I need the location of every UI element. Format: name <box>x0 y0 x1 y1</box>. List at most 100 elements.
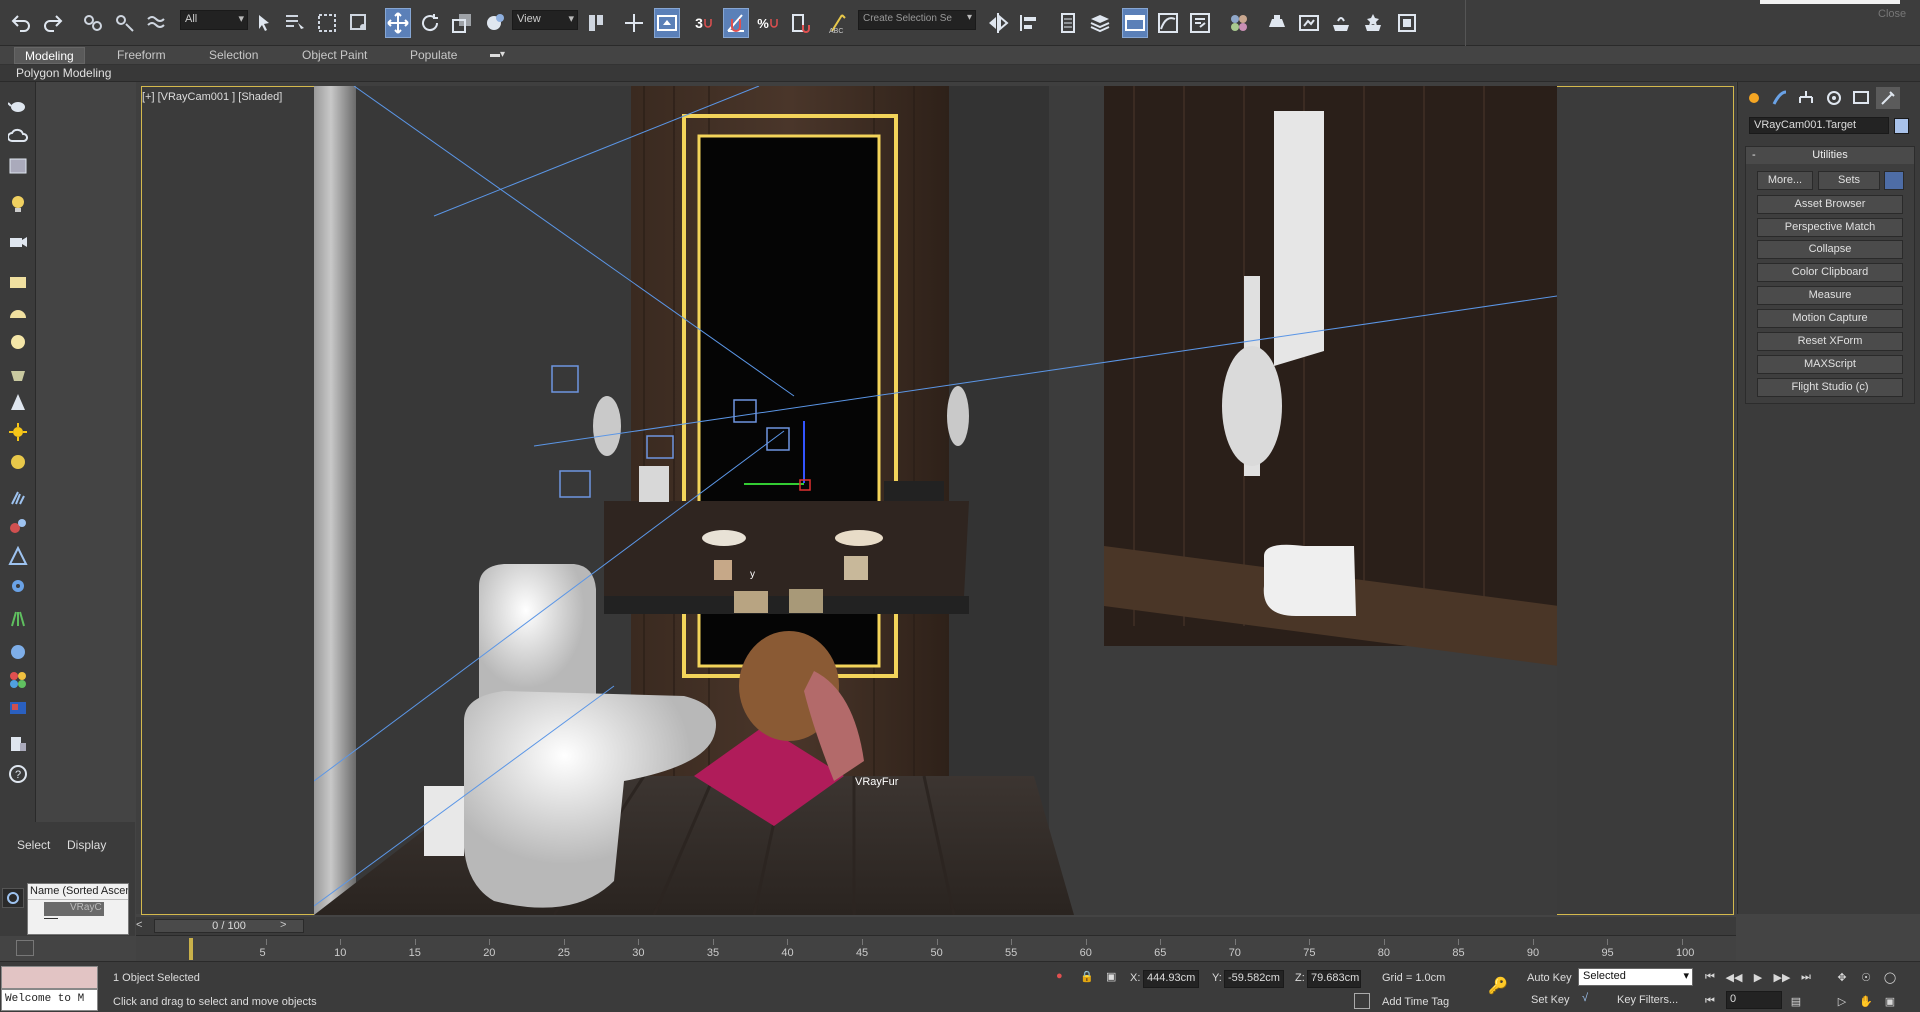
render-setup-icon[interactable] <box>1264 8 1290 38</box>
modify-tab-icon[interactable] <box>1768 87 1792 109</box>
window-crossing-icon[interactable] <box>346 8 372 38</box>
settings-gear-icon[interactable] <box>6 574 30 598</box>
utility-perspective-match-button[interactable]: Perspective Match <box>1757 218 1903 237</box>
viewport-scene-render[interactable]: y VRayFur <box>314 86 1557 915</box>
select-and-place-icon[interactable] <box>481 8 507 38</box>
isolate-selection-icon[interactable]: ● <box>1056 970 1063 982</box>
select-object-icon[interactable] <box>252 8 278 38</box>
transform-gizmo-icon[interactable] <box>621 8 647 38</box>
utility-asset-browser-button[interactable]: Asset Browser <box>1757 195 1903 214</box>
close-label[interactable]: Close <box>1878 8 1906 20</box>
key-mode-dropdown[interactable]: Selected <box>1578 968 1693 986</box>
cloud-icon[interactable] <box>6 124 30 148</box>
field-of-view-icon[interactable]: ▷ <box>1832 992 1852 1010</box>
utility-maxscript-button[interactable]: MAXScript <box>1757 355 1903 374</box>
explorer-tab-display[interactable]: Display <box>67 838 106 852</box>
explorer-column-header[interactable]: Name (Sorted Ascen <box>28 884 128 900</box>
select-and-move-icon[interactable] <box>385 8 411 38</box>
keyboard-shortcut-override-icon[interactable] <box>654 8 680 38</box>
utility-color-clipboard-button[interactable]: Color Clipboard <box>1757 263 1903 282</box>
time-next-arrow[interactable]: > <box>280 919 294 933</box>
explorer-tab-select[interactable]: Select <box>17 838 50 852</box>
mirror-icon[interactable] <box>985 8 1011 38</box>
link-icon[interactable] <box>80 8 106 38</box>
hierarchy-tab-icon[interactable] <box>1794 87 1818 109</box>
motion-tab-icon[interactable] <box>1822 87 1846 109</box>
set-key-filter-icon[interactable]: √ <box>1582 992 1588 1004</box>
rendered-frame-window-icon[interactable] <box>1296 8 1322 38</box>
auto-key-button[interactable]: Auto Key <box>1527 972 1572 984</box>
spot-light-icon[interactable] <box>6 390 30 414</box>
utility-measure-button[interactable]: Measure <box>1757 286 1903 305</box>
teapot-icon[interactable] <box>6 94 30 118</box>
schematic-view-icon[interactable] <box>1187 8 1213 38</box>
bind-spacewarp-icon[interactable] <box>144 8 170 38</box>
maxscript-listener-macro[interactable] <box>1 966 98 989</box>
mini-curve-editor-icon[interactable] <box>16 940 34 956</box>
maximize-toggle-icon[interactable]: ▣ <box>1880 992 1900 1010</box>
time-slider[interactable]: < 0 / 100 > <box>136 917 1736 935</box>
vray-physical-camera-icon[interactable] <box>6 544 30 568</box>
utility-flight-studio-button[interactable]: Flight Studio (c) <box>1757 378 1903 397</box>
help-icon[interactable]: ? <box>6 762 30 786</box>
sphere-light-icon[interactable] <box>6 330 30 354</box>
selection-filter-dropdown[interactable]: All <box>180 10 248 30</box>
light-bulb-icon[interactable] <box>6 192 30 216</box>
render-iterative-icon[interactable] <box>1360 8 1386 38</box>
key-mode-toggle-icon[interactable]: ⏮ <box>1700 992 1720 1010</box>
time-prev-arrow[interactable]: < <box>136 919 150 933</box>
snaps-toggle-icon[interactable]: 3 <box>692 8 718 38</box>
selection-set-dropdown[interactable]: Create Selection Se <box>858 10 976 30</box>
go-to-start-icon[interactable]: ⏮ <box>1700 968 1720 986</box>
tab-selection[interactable]: Selection <box>199 47 268 64</box>
time-tag-icon[interactable] <box>1354 993 1370 1009</box>
tab-freeform[interactable]: Freeform <box>107 47 176 64</box>
ies-light-icon[interactable] <box>6 362 30 386</box>
utility-icon[interactable] <box>6 732 30 756</box>
ambient-light-icon[interactable] <box>6 450 30 474</box>
utilities-rollout-header[interactable]: - Utilities <box>1746 147 1914 164</box>
utilities-tab-icon[interactable] <box>1876 87 1900 109</box>
edit-named-selection-icon[interactable]: ABC <box>826 8 852 38</box>
dome-light-icon[interactable] <box>6 300 30 324</box>
maxscript-listener-input[interactable]: Welcome to M <box>1 989 98 1011</box>
play-icon[interactable]: ▶ <box>1748 968 1768 986</box>
previous-frame-icon[interactable]: ◀◀ <box>1724 968 1744 986</box>
select-by-name-icon[interactable] <box>282 8 308 38</box>
frame-buffer-icon[interactable] <box>6 696 30 720</box>
key-filters-button[interactable]: Key Filters... <box>1617 994 1678 1006</box>
render-window-icon[interactable] <box>1394 8 1420 38</box>
pivot-center-icon[interactable] <box>583 8 609 38</box>
plane-object-icon[interactable] <box>6 270 30 294</box>
timeline-track[interactable]: 5 10 15 20 25 30 35 40 45 50 55 60 65 70 75 80 85 90 95 100 <box>16 935 1736 961</box>
polygon-modeling-label[interactable]: Polygon Modeling <box>16 66 111 80</box>
x-coordinate-field[interactable]: 444.93cm <box>1143 970 1199 988</box>
rect-selection-icon[interactable] <box>314 8 340 38</box>
display-tab-icon[interactable] <box>1849 87 1873 109</box>
object-name-field[interactable]: VRayCam001.Target <box>1749 117 1889 134</box>
tab-modeling[interactable]: Modeling <box>14 47 85 64</box>
redo-icon[interactable] <box>40 8 66 38</box>
percent-snap-icon[interactable]: % <box>756 8 782 38</box>
explorer-selected-item[interactable]: VRayC <box>44 902 104 916</box>
time-configuration-icon[interactable]: ▤ <box>1786 992 1806 1010</box>
camera-icon[interactable] <box>6 230 30 254</box>
ribbon-options-icon[interactable]: ▬▾ <box>490 49 508 61</box>
utility-reset-xform-button[interactable]: Reset XForm <box>1757 332 1903 351</box>
align-icon[interactable] <box>1016 8 1042 38</box>
create-tab-icon[interactable] <box>1742 87 1766 109</box>
zoom-icon[interactable]: ✥ <box>1832 968 1852 986</box>
select-and-rotate-icon[interactable] <box>417 8 443 38</box>
explorer-filter-icon[interactable] <box>2 888 24 908</box>
vrayfur-label[interactable]: VRayFur <box>855 776 898 788</box>
sphere-icon[interactable] <box>6 640 30 664</box>
image-icon[interactable] <box>6 154 30 178</box>
spinner-snap-icon[interactable] <box>788 8 814 38</box>
material-editor-icon[interactable] <box>1226 8 1252 38</box>
toggle-scene-explorer-icon[interactable] <box>1055 8 1081 38</box>
unlink-icon[interactable] <box>112 8 138 38</box>
render-production-icon[interactable] <box>1328 8 1354 38</box>
tab-object-paint[interactable]: Object Paint <box>292 47 377 64</box>
toggle-ribbon-icon[interactable] <box>1122 8 1148 38</box>
key-icon[interactable]: 🔑 <box>1488 976 1508 996</box>
